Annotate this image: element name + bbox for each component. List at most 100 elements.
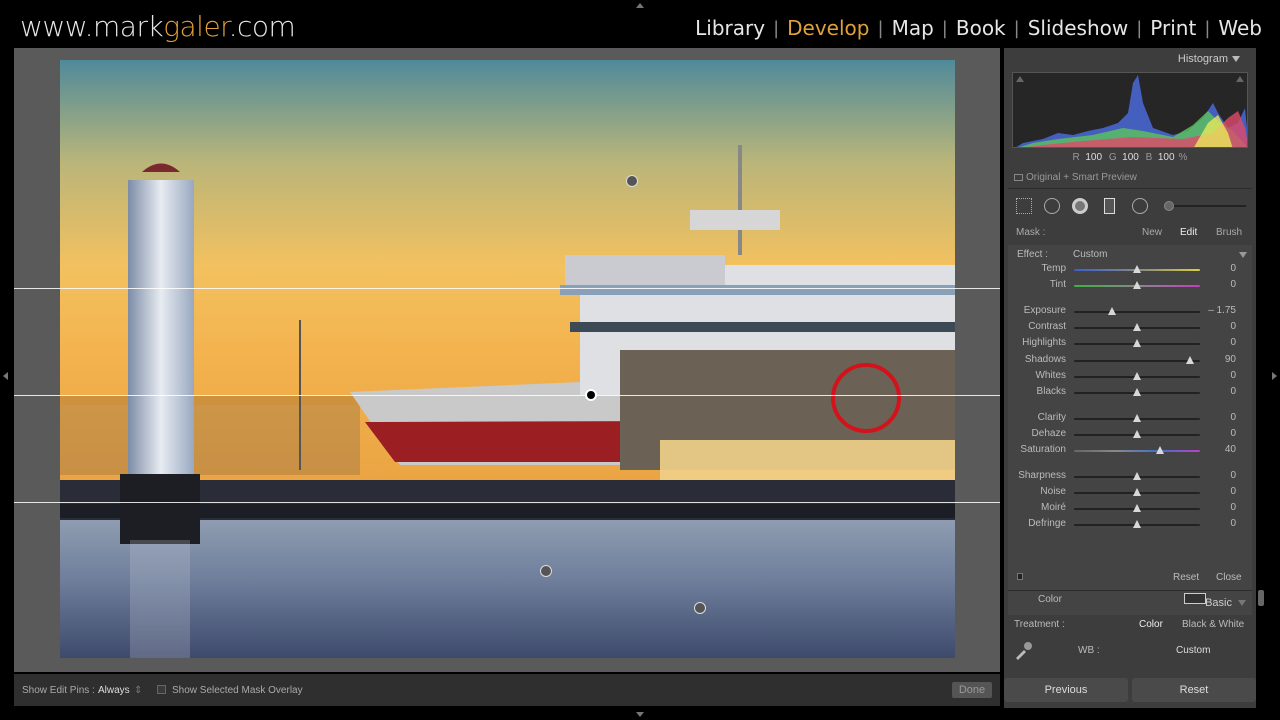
- slider-knob[interactable]: [1133, 414, 1141, 422]
- slider-value[interactable]: 0: [1230, 486, 1236, 497]
- slider-knob[interactable]: [1133, 520, 1141, 528]
- treatment-bw-button[interactable]: Black & White: [1182, 619, 1244, 630]
- collapse-right-panel-icon[interactable]: [1272, 372, 1277, 380]
- slider-track[interactable]: [1074, 311, 1200, 313]
- module-develop[interactable]: Develop: [779, 16, 877, 40]
- slider-knob[interactable]: [1133, 339, 1141, 347]
- slider-value[interactable]: 0: [1230, 470, 1236, 481]
- slider-knob[interactable]: [1133, 488, 1141, 496]
- collapse-filmstrip-icon[interactable]: [636, 712, 644, 717]
- basic-header[interactable]: Basic: [1205, 597, 1246, 609]
- slider-value[interactable]: 0: [1230, 279, 1236, 290]
- edit-pin[interactable]: [626, 175, 638, 187]
- histogram-header[interactable]: Histogram: [1178, 53, 1240, 65]
- slider-whites[interactable]: Whites 0: [1008, 369, 1252, 383]
- brush-slider-track[interactable]: [1168, 205, 1246, 207]
- slider-value[interactable]: 90: [1225, 354, 1236, 365]
- slider-value[interactable]: 40: [1225, 444, 1236, 455]
- slider-value[interactable]: 0: [1230, 386, 1236, 397]
- slider-value[interactable]: 0: [1230, 412, 1236, 423]
- slider-saturation[interactable]: Saturation 40: [1008, 443, 1252, 457]
- graduated-filter-line-top[interactable]: [14, 288, 1000, 289]
- graduated-filter-line-bottom[interactable]: [14, 502, 1000, 503]
- effect-dropdown-icon[interactable]: [1239, 252, 1247, 258]
- edit-pin[interactable]: [540, 565, 552, 577]
- slider-knob[interactable]: [1133, 323, 1141, 331]
- slider-track[interactable]: [1074, 360, 1200, 362]
- slider-highlights[interactable]: Highlights 0: [1008, 336, 1252, 350]
- module-web[interactable]: Web: [1210, 16, 1270, 40]
- slider-exposure[interactable]: Exposure – 1.75: [1008, 304, 1252, 318]
- module-book[interactable]: Book: [948, 16, 1014, 40]
- slider-tint[interactable]: Tint 0: [1008, 278, 1252, 292]
- red-eye-icon[interactable]: [1072, 198, 1088, 214]
- radial-filter-icon[interactable]: [1132, 198, 1148, 214]
- spot-removal-icon[interactable]: [1044, 198, 1060, 214]
- eyedropper-icon[interactable]: [1012, 638, 1036, 662]
- slider-knob[interactable]: [1133, 388, 1141, 396]
- color-swatch-icon[interactable]: [1184, 593, 1206, 604]
- module-map[interactable]: Map: [884, 16, 942, 40]
- effect-preset-select[interactable]: Custom: [1073, 249, 1107, 260]
- graduated-filter-icon[interactable]: [1104, 198, 1115, 214]
- previous-button[interactable]: Previous: [1004, 678, 1128, 702]
- photo-preview[interactable]: [60, 60, 955, 658]
- wb-preset-select[interactable]: Custom: [1176, 645, 1210, 656]
- done-button[interactable]: Done: [952, 682, 992, 698]
- slider-track[interactable]: [1074, 450, 1200, 452]
- mask-new-button[interactable]: New: [1142, 227, 1162, 238]
- slider-knob[interactable]: [1133, 265, 1141, 273]
- slider-contrast[interactable]: Contrast 0: [1008, 320, 1252, 334]
- slider-noise[interactable]: Noise 0: [1008, 485, 1252, 499]
- shadow-clipping-icon[interactable]: [1016, 76, 1024, 82]
- module-library[interactable]: Library: [687, 16, 773, 40]
- edit-pin[interactable]: [694, 602, 706, 614]
- mask-brush-button[interactable]: Brush: [1216, 227, 1242, 238]
- slider-knob[interactable]: [1133, 372, 1141, 380]
- mask-edit-button[interactable]: Edit: [1180, 227, 1197, 238]
- slider-knob[interactable]: [1133, 281, 1141, 289]
- slider-blacks[interactable]: Blacks 0: [1008, 385, 1252, 399]
- slider-knob[interactable]: [1155, 446, 1164, 454]
- brush-slider-knob[interactable]: [1164, 201, 1174, 211]
- slider-sharpness[interactable]: Sharpness 0: [1008, 469, 1252, 483]
- slider-moir[interactable]: Moiré 0: [1008, 501, 1252, 515]
- brand-logo: www.markgaler.com: [20, 10, 296, 43]
- highlight-clipping-icon[interactable]: [1236, 76, 1244, 82]
- slider-knob[interactable]: [1107, 307, 1116, 315]
- mask-toggle-icon[interactable]: [1017, 573, 1023, 580]
- panel-scrollbar[interactable]: [1258, 590, 1264, 606]
- mask-overlay-checkbox[interactable]: [157, 685, 166, 694]
- collapse-left-panel-icon[interactable]: [3, 372, 8, 380]
- slider-dehaze[interactable]: Dehaze 0: [1008, 427, 1252, 441]
- effect-label: Effect :: [1017, 249, 1048, 260]
- reset-button[interactable]: Reset: [1132, 678, 1256, 702]
- panel-reset-button[interactable]: Reset: [1173, 572, 1199, 583]
- treatment-color-button[interactable]: Color: [1139, 619, 1163, 630]
- slider-value[interactable]: 0: [1230, 263, 1236, 274]
- slider-value[interactable]: 0: [1230, 502, 1236, 513]
- collapse-top-panel-icon[interactable]: [636, 3, 644, 8]
- graduated-filter-line-center[interactable]: [14, 395, 1000, 396]
- module-print[interactable]: Print: [1142, 16, 1204, 40]
- slider-clarity[interactable]: Clarity 0: [1008, 411, 1252, 425]
- panel-close-button[interactable]: Close: [1216, 572, 1242, 583]
- slider-knob[interactable]: [1185, 356, 1194, 364]
- slider-value[interactable]: 0: [1230, 428, 1236, 439]
- slider-value[interactable]: 0: [1230, 337, 1236, 348]
- slider-value[interactable]: 0: [1230, 321, 1236, 332]
- show-edit-pins-select[interactable]: Always: [98, 685, 130, 696]
- crop-overlay-icon[interactable]: [1016, 198, 1032, 214]
- slider-knob[interactable]: [1133, 504, 1141, 512]
- edit-pin-selected[interactable]: [585, 389, 597, 401]
- slider-knob[interactable]: [1133, 430, 1141, 438]
- slider-shadows[interactable]: Shadows 90: [1008, 353, 1252, 367]
- module-slideshow[interactable]: Slideshow: [1020, 16, 1137, 40]
- slider-knob[interactable]: [1133, 472, 1141, 480]
- slider-temp[interactable]: Temp 0: [1008, 262, 1252, 276]
- slider-value[interactable]: 0: [1230, 370, 1236, 381]
- slider-value[interactable]: 0: [1230, 518, 1236, 529]
- slider-defringe[interactable]: Defringe 0: [1008, 517, 1252, 531]
- slider-label: Exposure: [1023, 305, 1066, 316]
- slider-value[interactable]: – 1.75: [1208, 305, 1236, 316]
